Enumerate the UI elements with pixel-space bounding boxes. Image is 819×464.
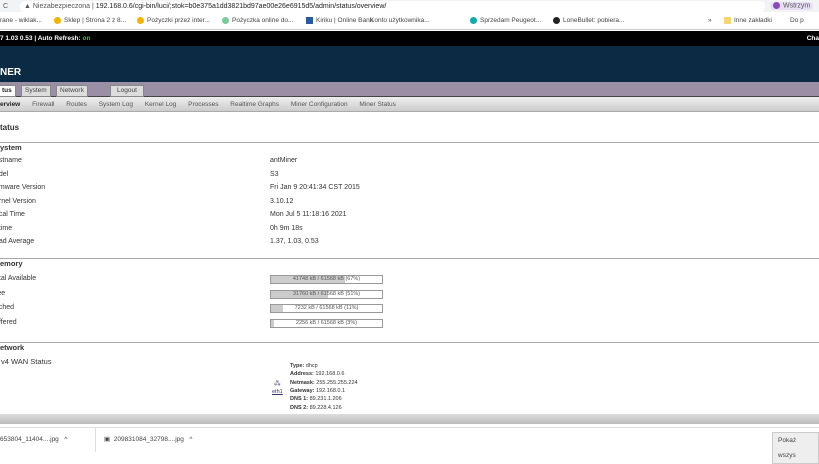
memory-row-label: ree [0, 289, 6, 297]
network-icon: 🖧 [274, 381, 281, 387]
page-title: tatus [0, 123, 20, 132]
subtab-kernel-log[interactable]: Kernel Log [145, 101, 176, 108]
bar-text: 41748 kB / 61568 kB (67%) [292, 276, 361, 282]
system-row-value: 3.10.12 [270, 197, 294, 205]
subtab-routes[interactable]: Routes [66, 101, 87, 108]
memory-row-label: uffered [0, 319, 17, 327]
tab-status[interactable]: tus [0, 85, 16, 97]
system-row-label: irmware Version [0, 184, 46, 191]
memory-progress-bar: 7232 kB / 61568 kB (11%) [270, 304, 383, 314]
avatar[interactable] [773, 2, 780, 10]
bar-text: 31760 kB / 61568 kB (51%) [292, 290, 361, 297]
bookmark[interactable]: LoneBullet: pobiera... [553, 12, 624, 30]
address-bar[interactable]: C ▲ Niezabezpieczona | 192.168.0.6/cgi-b… [0, 0, 819, 12]
bar-text: 2256 kB / 61568 kB (3%) [295, 320, 358, 327]
bookmark[interactable]: Sklep | Strona 2 z 8... [54, 12, 126, 30]
bookmark[interactable]: Kiriku | Online Bank [306, 12, 373, 30]
memory-row-label: otal Available [0, 275, 37, 282]
system-row-label: oad Average [0, 238, 35, 245]
wan-detail: DNS 2: 89.228.4.126 [290, 404, 342, 411]
show-all-downloads-button[interactable]: Pokaż wszys [772, 432, 819, 464]
subtab-firewall[interactable]: Firewall [32, 101, 54, 108]
bookmark[interactable]: Sprzedam Peugeot... [470, 12, 541, 30]
memory-section: emory [0, 258, 819, 268]
horizontal-scrollbar[interactable] [0, 414, 819, 424]
bookmark[interactable]: Pożyczka online do... [222, 12, 293, 30]
tab-logout[interactable]: Logout [110, 85, 144, 97]
brand-title: NER [0, 67, 22, 78]
wan-detail: Address: 192.168.0.6 [290, 371, 345, 378]
system-row-value: 1.37, 1.03, 0.53 [270, 238, 319, 245]
bar-text: 7232 kB / 61568 kB (11%) [294, 305, 359, 312]
load-text: 7 1.03 0.53 | Auto Refresh: [0, 35, 83, 42]
section-title: etwork [0, 343, 25, 352]
bookmark[interactable]: Do p [790, 12, 804, 30]
subtab-miner-configuration[interactable]: Miner Configuration [291, 101, 348, 108]
system-row-label: ostname [0, 157, 22, 164]
system-row-label: ernel Version [0, 197, 36, 205]
system-row-label: ptime [0, 224, 13, 232]
subtab-miner-status[interactable]: Miner Status [359, 101, 396, 108]
reload-icon[interactable]: C [3, 3, 8, 10]
tab-system[interactable]: System [21, 85, 51, 97]
wan-detail: Type: dhcp [290, 363, 318, 369]
wan-detail: Netmask: 255.255.255.224 [290, 379, 358, 386]
url-text[interactable]: 192.168.0.6/cgi-bin/luci/;stok=b0e375a1d… [96, 3, 387, 10]
subtab-realtime-graphs[interactable]: Realtime Graphs [230, 101, 279, 108]
file-icon: ▣ [104, 436, 111, 443]
iface-name: eth1 [272, 389, 283, 395]
security-label: Niezabezpieczona [32, 2, 91, 10]
subtab-overview[interactable]: erview [0, 101, 20, 108]
status-topbar: 7 1.03 0.53 | Auto Refresh: on Cha [0, 31, 819, 46]
system-section: ystem [0, 142, 819, 152]
memory-progress-bar: 2256 kB / 61568 kB (3%) [270, 319, 383, 329]
subtab-system-log[interactable]: System Log [99, 101, 133, 108]
memory-progress-bar: 41748 kB / 61568 kB (67%) [270, 275, 383, 284]
bookmark[interactable]: Konto użytkownika... [370, 12, 430, 30]
warning-icon: ▲ [24, 2, 33, 10]
system-row-value: Mon Jul 5 11:18:16 2021 [270, 211, 347, 218]
system-row-value: Fri Jan 9 20:41:34 CST 2015 [270, 184, 360, 191]
bookmark-folder[interactable]: Inne zakładki [724, 12, 772, 30]
wan-detail: DNS 1: 89.231.1.206 [290, 396, 342, 403]
bookmarks-bar: rane - wiklak... Sklep | Strona 2 z 8...… [0, 12, 819, 30]
more-bookmarks-button[interactable]: » [708, 12, 712, 30]
system-row-value: 0h 9m 18s [270, 224, 303, 232]
changes-link[interactable]: Cha [807, 31, 819, 46]
system-row-label: ocal Time [0, 211, 25, 218]
sub-tabs: erview Firewall Routes System Log Kernel… [0, 97, 819, 112]
system-row-value: antMiner [270, 157, 298, 164]
network-section: etwork [0, 342, 819, 352]
system-row-value: S3 [270, 170, 279, 178]
header: NER [0, 46, 819, 82]
download-item[interactable]: 653804_11404....jpg ^ [0, 428, 67, 452]
memory-progress-bar: 31760 kB / 61568 kB (51%) [270, 289, 383, 299]
memory-row-label: ached [0, 304, 15, 312]
interface-eth1[interactable]: 🖧 eth1 [272, 380, 283, 395]
tab-network[interactable]: Network [56, 85, 88, 97]
auto-refresh-toggle[interactable]: on [83, 35, 91, 42]
bookmark[interactable]: Pożyczki przez inter... [137, 12, 210, 30]
bookmark[interactable]: rane - wiklak... [0, 12, 42, 30]
downloads-bar: 653804_11404....jpg ^ ▣ 209831084_32798.… [0, 427, 819, 464]
download-item[interactable]: ▣ 209831084_32798....jpg ^ [95, 428, 192, 452]
section-title: emory [0, 259, 23, 268]
main-tabs: tus System Network Logout [0, 82, 819, 97]
profile-label[interactable]: Wstrzym [783, 3, 810, 10]
wan-detail: Gateway: 192.168.0.1 [290, 387, 346, 394]
subtab-processes[interactable]: Processes [188, 101, 218, 108]
system-row-label: odel [0, 170, 9, 178]
section-title: ystem [0, 143, 22, 152]
wan-status-label: v4 WAN Status [1, 357, 52, 366]
